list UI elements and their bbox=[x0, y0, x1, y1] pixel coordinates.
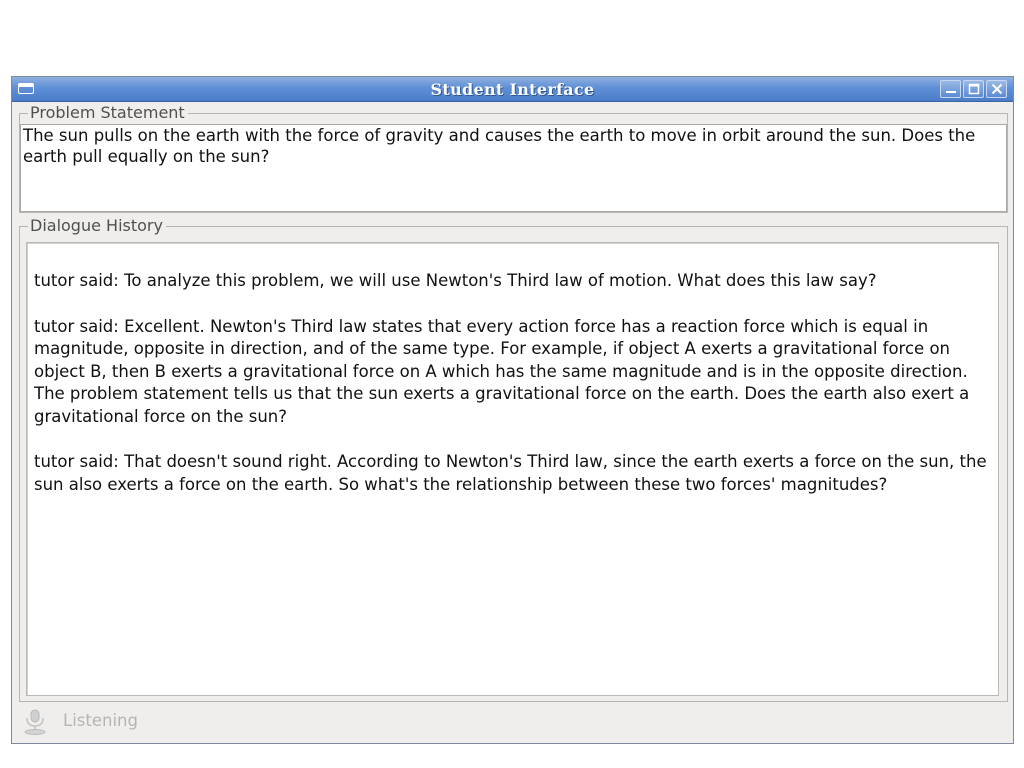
title-bar[interactable]: Student Interface bbox=[12, 77, 1013, 102]
maximize-icon bbox=[968, 83, 980, 95]
problem-statement-text[interactable]: The sun pulls on the earth with the forc… bbox=[20, 124, 1007, 212]
dialogue-message: tutor said: Excellent. Newton's Third la… bbox=[34, 316, 970, 426]
window-title: Student Interface bbox=[430, 80, 595, 99]
status-bar: Listening bbox=[20, 707, 320, 735]
window-controls bbox=[940, 80, 1007, 98]
close-icon bbox=[991, 83, 1003, 95]
problem-statement-group: Problem Statement The sun pulls on the e… bbox=[19, 104, 1008, 213]
dialogue-history-label: Dialogue History bbox=[28, 217, 166, 235]
minimize-button[interactable] bbox=[940, 80, 961, 98]
dialogue-message: tutor said: To analyze this problem, we … bbox=[34, 271, 877, 290]
problem-statement-label: Problem Statement bbox=[28, 104, 188, 122]
student-interface-window: Student Interface Problem Statement The … bbox=[11, 76, 1014, 744]
close-button[interactable] bbox=[986, 80, 1007, 98]
dialogue-history-group: Dialogue History tutor said: To analyze … bbox=[19, 217, 1008, 702]
maximize-button[interactable] bbox=[963, 80, 984, 98]
microphone-icon bbox=[24, 709, 46, 735]
dialogue-message: tutor said: That doesn't sound right. Ac… bbox=[34, 452, 987, 494]
status-text: Listening bbox=[63, 711, 138, 730]
dialogue-history-text[interactable]: tutor said: To analyze this problem, we … bbox=[26, 242, 999, 696]
minimize-icon bbox=[946, 91, 956, 93]
